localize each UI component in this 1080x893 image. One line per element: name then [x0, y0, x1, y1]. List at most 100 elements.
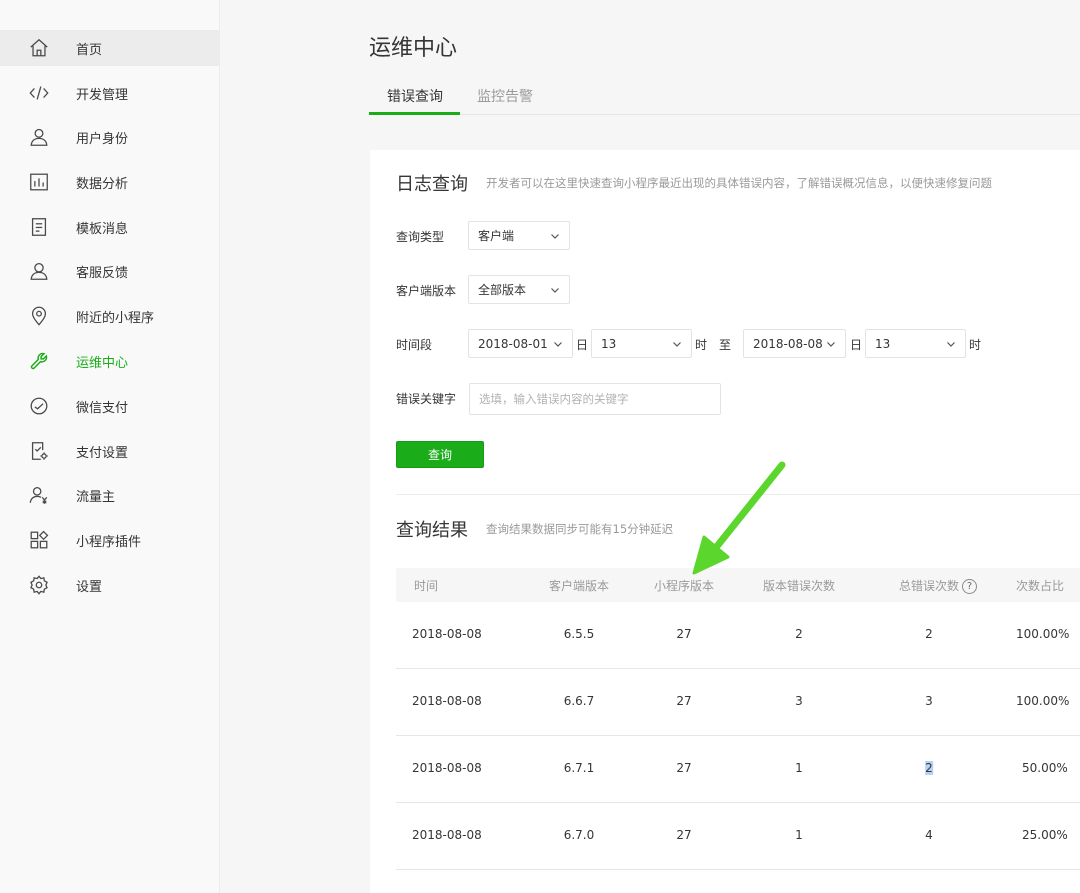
sidebar-item-dev-management[interactable]: 开发管理 — [0, 75, 220, 111]
day-unit: 日 — [576, 338, 589, 352]
sidebar-item-miniprogram-plugins[interactable]: 小程序插件 — [0, 522, 220, 558]
sidebar-item-label: 开发管理 — [76, 87, 129, 103]
main-content: 运维中心 错误查询 监控告警 日志查询 开发者可以在这里快速查询小程序最近出现的… — [220, 0, 1080, 893]
cell-total-error-count: 4 — [925, 828, 933, 842]
error-keyword-input[interactable] — [469, 383, 721, 415]
hour-unit: 时 — [969, 338, 982, 352]
start-hour-value: 13 — [601, 336, 617, 351]
to-label: 至 — [719, 338, 732, 352]
column-header-time: 时间 — [414, 579, 439, 593]
sidebar-item-template-messages[interactable]: 模板消息 — [0, 209, 220, 245]
client-version-value: 全部版本 — [478, 283, 527, 297]
cell-client-version: 6.6.7 — [563, 694, 595, 708]
sidebar-item-label: 小程序插件 — [76, 534, 142, 550]
column-header-ratio: 次数占比 — [1016, 579, 1065, 593]
cell-version-error-count: 1 — [795, 828, 803, 842]
sidebar-item-nearby-miniprograms[interactable]: 附近的小程序 — [0, 298, 220, 334]
tab-error-query[interactable]: 错误查询 — [387, 86, 443, 106]
wechat-pay-icon — [27, 394, 51, 418]
cell-miniprogram-version: 27 — [676, 627, 692, 641]
sidebar-item-wechat-pay[interactable]: 微信支付 — [0, 388, 220, 424]
customer-service-icon — [27, 259, 51, 283]
sidebar-item-customer-feedback[interactable]: 客服反馈 — [0, 253, 220, 289]
end-date-value: 2018-08-08 — [753, 336, 823, 351]
hour-unit: 时 — [695, 338, 708, 352]
cell-total-error-count-selected: 2 — [925, 761, 933, 775]
cell-version-error-count: 2 — [795, 627, 803, 641]
column-header-client-version: 客户端版本 — [548, 579, 610, 593]
gear-icon — [27, 573, 51, 597]
location-pin-icon — [27, 304, 51, 328]
cell-total-error-count: 2 — [925, 627, 933, 641]
table-row: 2018-08-08 6.6.7 27 3 3 100.00% — [396, 669, 1080, 736]
query-type-select[interactable]: 客户端 — [468, 221, 570, 250]
user-icon — [27, 125, 51, 149]
column-header-total-error-count: 总错误次数? — [899, 577, 978, 594]
sidebar-item-user-identity[interactable]: 用户身份 — [0, 119, 220, 155]
sidebar-item-traffic-owner[interactable]: 流量主 — [0, 477, 220, 513]
cell-client-version: 6.7.0 — [563, 828, 595, 842]
chevron-down-icon — [673, 342, 681, 347]
sidebar-item-label: 设置 — [76, 579, 103, 595]
cell-client-version: 6.5.5 — [563, 627, 595, 641]
cell-time: 2018-08-08 — [412, 761, 482, 775]
sidebar-item-payment-settings[interactable]: 支付设置 — [0, 433, 220, 469]
cell-ratio: 25.00% — [1022, 828, 1068, 842]
cell-ratio: 100.00% — [1016, 627, 1070, 641]
sidebar-item-data-analysis[interactable]: 数据分析 — [0, 164, 220, 200]
sidebar-item-settings[interactable]: 设置 — [0, 567, 220, 603]
start-hour-select[interactable]: 13 — [591, 329, 692, 358]
sidebar-item-label: 用户身份 — [76, 131, 129, 147]
sidebar-item-label: 流量主 — [76, 489, 116, 505]
page-title: 运维中心 — [369, 36, 458, 61]
chevron-down-icon — [947, 342, 955, 347]
cell-miniprogram-version: 27 — [676, 828, 692, 842]
log-query-description: 开发者可以在这里快速查询小程序最近出现的具体错误内容，了解错误概况信息，以便快速… — [486, 176, 992, 190]
wrench-icon — [27, 349, 51, 373]
sidebar-item-label: 数据分析 — [76, 176, 129, 192]
active-tab-indicator — [369, 112, 460, 115]
results-title: 查询结果 — [396, 520, 468, 541]
query-button[interactable]: 查询 — [396, 441, 484, 468]
cell-time: 2018-08-08 — [412, 828, 482, 842]
end-hour-value: 13 — [875, 336, 891, 351]
end-hour-select[interactable]: 13 — [865, 329, 966, 358]
start-date-value: 2018-08-01 — [478, 336, 548, 351]
sidebar-item-label: 附近的小程序 — [76, 310, 155, 326]
results-description: 查询结果数据同步可能有15分钟延迟 — [486, 522, 674, 536]
cell-version-error-count: 1 — [795, 761, 803, 775]
client-version-select[interactable]: 全部版本 — [468, 275, 570, 304]
table-row: 2018-08-08 6.7.0 27 1 4 25.00% — [396, 803, 1080, 870]
sidebar-item-label: 微信支付 — [76, 400, 129, 416]
plugin-icon — [27, 528, 51, 552]
section-divider — [396, 494, 1080, 495]
sidebar-item-label: 模板消息 — [76, 221, 129, 237]
sidebar-item-label: 首页 — [76, 42, 103, 58]
column-header-version-error-count: 版本错误次数 — [762, 579, 836, 593]
table-row: 2018-08-08 6.5.5 27 2 2 100.00% — [396, 602, 1080, 669]
cell-total-error-count: 3 — [925, 694, 933, 708]
home-icon — [27, 36, 51, 60]
cell-time: 2018-08-08 — [412, 627, 482, 641]
log-query-title: 日志查询 — [396, 174, 468, 195]
tab-monitoring-alerts[interactable]: 监控告警 — [477, 86, 533, 106]
sidebar-item-label: 客服反馈 — [76, 265, 129, 281]
query-type-label: 查询类型 — [396, 230, 445, 244]
sidebar-item-ops-center[interactable]: 运维中心 — [0, 343, 220, 379]
results-table-header: 时间 客户端版本 小程序版本 版本错误次数 总错误次数? 次数占比 — [396, 568, 1080, 602]
end-date-select[interactable]: 2018-08-08 — [743, 329, 846, 358]
cell-ratio: 50.00% — [1022, 761, 1068, 775]
period-label: 时间段 — [396, 338, 433, 352]
cell-time: 2018-08-08 — [412, 694, 482, 708]
traffic-owner-icon — [27, 483, 51, 507]
column-header-miniprogram-version: 小程序版本 — [653, 579, 715, 593]
sidebar-item-home[interactable]: 首页 — [0, 30, 220, 66]
sidebar: 首页 开发管理 用户身份 数据分析 模板消息 客服反馈 附近的小程序 运维中心 … — [0, 0, 220, 893]
content-card: 日志查询 开发者可以在这里快速查询小程序最近出现的具体错误内容，了解错误概况信息… — [370, 150, 1080, 893]
help-icon[interactable]: ? — [962, 579, 978, 594]
day-unit: 日 — [850, 338, 863, 352]
start-date-select[interactable]: 2018-08-01 — [468, 329, 573, 358]
cell-miniprogram-version: 27 — [676, 694, 692, 708]
cell-client-version: 6.7.1 — [563, 761, 595, 775]
chevron-down-icon — [554, 342, 562, 347]
